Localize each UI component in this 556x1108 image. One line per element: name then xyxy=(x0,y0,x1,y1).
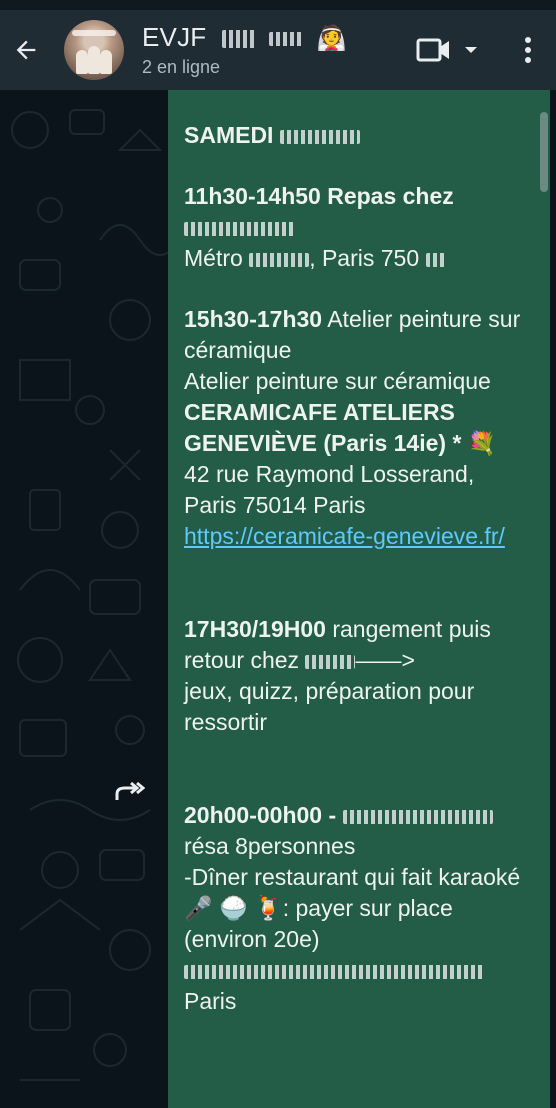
cocktail-emoji: 🍹 xyxy=(254,895,283,921)
slot2-address-line1: 42 rue Raymond Losserand, xyxy=(184,461,475,487)
slot4-city: Paris xyxy=(184,988,237,1014)
slot4-reservation: résa 8personnes xyxy=(184,833,356,859)
microphone-emoji: 🎤 xyxy=(184,895,213,921)
slot3-block: 17H30/19H00 rangement puis retour chez —… xyxy=(184,614,534,738)
video-camera-icon xyxy=(416,38,449,62)
chat-title-text: EVJF xyxy=(142,22,207,52)
status-strip xyxy=(0,0,556,10)
wallpaper-doodles xyxy=(11,109,170,1081)
video-call-button[interactable] xyxy=(408,28,488,72)
chat-title: EVJF 👰 xyxy=(142,22,347,53)
redacted-text xyxy=(342,809,493,824)
more-options-button[interactable] xyxy=(510,26,546,74)
chat-area[interactable]: SAMEDI 11h30-14h50 Repas chez Métro , Pa… xyxy=(0,90,556,1108)
scrollbar[interactable] xyxy=(540,112,548,192)
forward-button[interactable] xyxy=(110,772,150,812)
slot2-venue: CERAMICAFE ATELIERS GENEVIÈVE (Paris 14i… xyxy=(184,399,462,456)
online-status: 2 en ligne xyxy=(142,57,221,77)
slot2-address-line2: Paris 75014 Paris xyxy=(184,492,366,518)
slot3-rest: jeux, quizz, préparation pour ressortir xyxy=(184,678,475,735)
ceramicafe-link[interactable]: https://ceramicafe-genevieve.fr/ xyxy=(184,523,505,549)
redacted-text xyxy=(184,964,484,979)
redacted-text xyxy=(305,654,356,669)
arrow-left-icon xyxy=(16,40,36,60)
redacted-text xyxy=(184,221,294,236)
redacted-text xyxy=(279,129,360,144)
back-button[interactable] xyxy=(2,26,50,74)
rice-emoji: 🍚 xyxy=(219,895,248,921)
date-heading-text: SAMEDI xyxy=(184,122,274,148)
chat-header: EVJF 👰 2 en ligne xyxy=(0,10,556,90)
slot1-title: 11h30-14h50 Repas chez xyxy=(184,183,454,209)
redacted-text xyxy=(221,30,256,49)
slot4-dinner: -Dîner restaurant qui fait karaoké xyxy=(184,864,521,890)
date-heading: SAMEDI xyxy=(184,120,534,151)
header-actions xyxy=(408,26,546,74)
slot4-time: 20h00-00h00 - xyxy=(184,802,337,828)
slot2-block: 15h30-17h30 Atelier peinture sur céramiq… xyxy=(184,304,534,552)
slot2-time: 15h30-17h30 xyxy=(184,306,323,332)
more-vertical-icon xyxy=(525,37,531,63)
bride-emoji: 👰 xyxy=(316,25,347,52)
slot1-block: 11h30-14h50 Repas chez Métro , Paris 750 xyxy=(184,181,534,274)
slot2-desc: Atelier peinture sur céramique xyxy=(184,368,491,394)
group-avatar[interactable] xyxy=(64,20,124,80)
chevron-down-icon xyxy=(465,47,477,53)
slot3-time: 17H30/19H00 xyxy=(184,616,326,642)
forward-icon xyxy=(115,781,145,800)
bouquet-emoji: 💐 xyxy=(467,430,497,456)
chat-title-block[interactable]: EVJF 👰 2 en ligne xyxy=(142,22,347,78)
slot1-address-city: , Paris 750 xyxy=(309,245,420,271)
redacted-text xyxy=(249,252,310,267)
slot3-arrow: ——> xyxy=(355,647,415,673)
redacted-text xyxy=(425,252,446,267)
slot1-address-prefix: Métro xyxy=(184,245,243,271)
message-bubble[interactable]: SAMEDI 11h30-14h50 Repas chez Métro , Pa… xyxy=(168,90,550,1108)
slot4-block: 20h00-00h00 - résa 8personnes -Dîner res… xyxy=(184,800,534,1017)
redacted-text xyxy=(269,32,304,47)
